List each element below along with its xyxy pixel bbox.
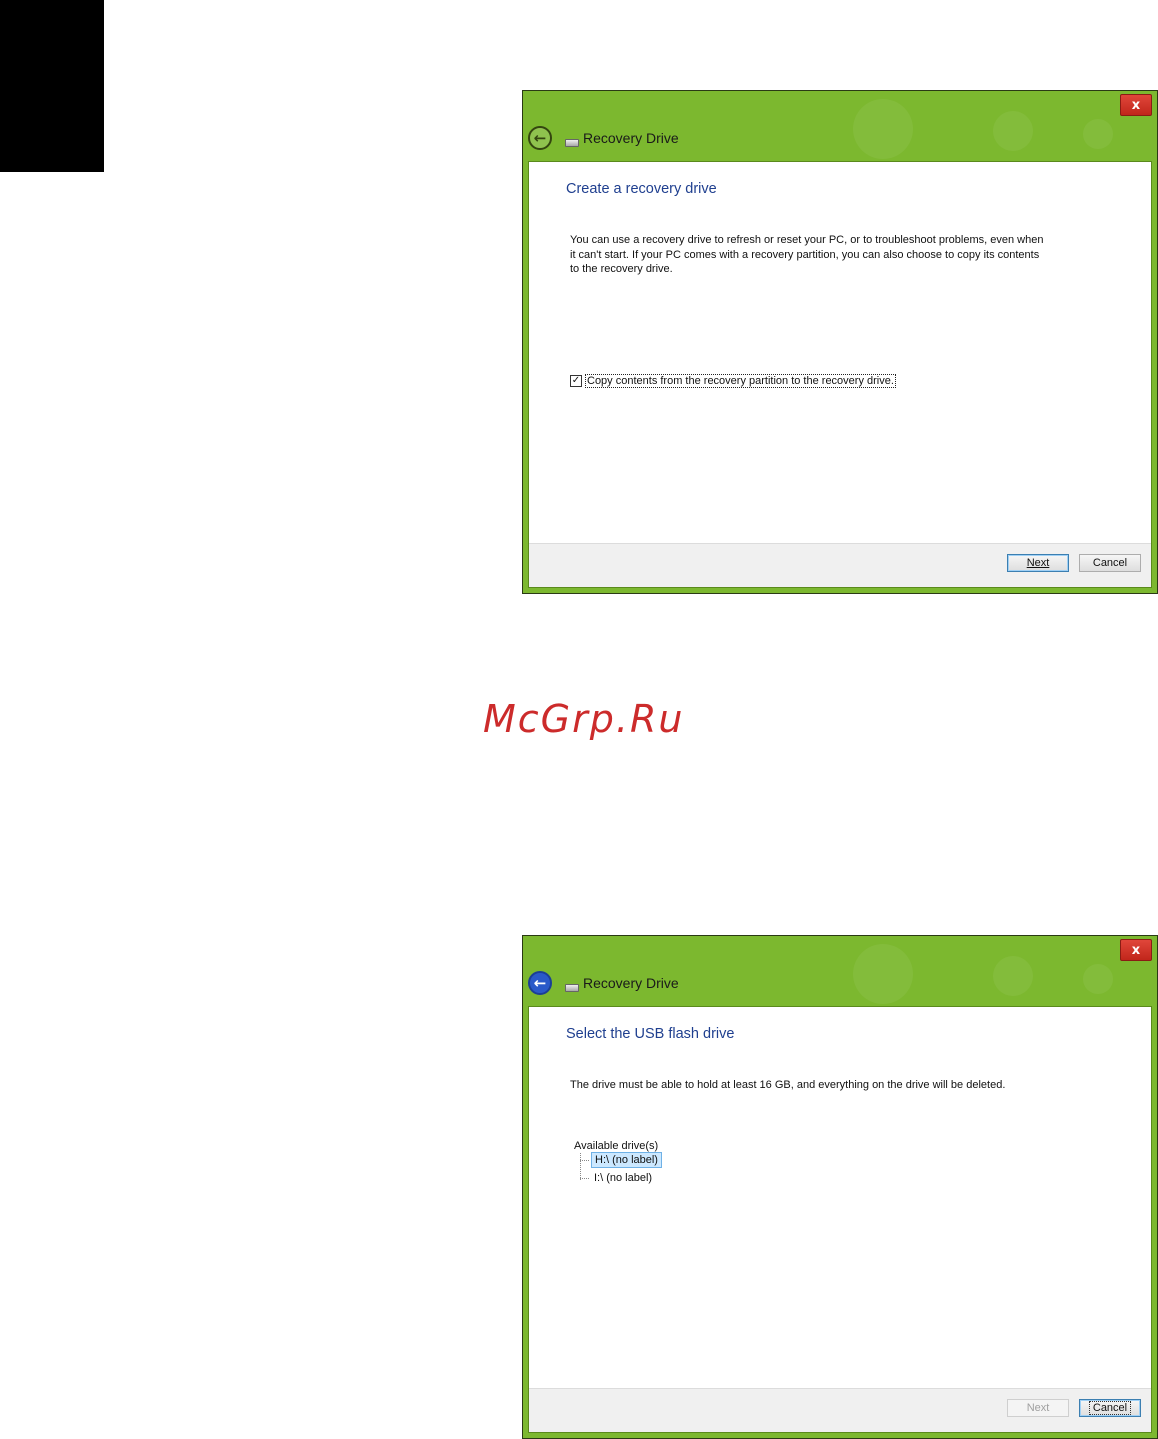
page-heading: Select the USB flash drive: [566, 1026, 735, 1042]
cancel-button-label: Cancel: [1088, 1401, 1132, 1415]
background-decoration: [1083, 964, 1113, 994]
description-text: You can use a recovery drive to refresh …: [570, 233, 1070, 277]
background-decoration: [1083, 119, 1113, 149]
background-decoration: [993, 111, 1033, 151]
copy-partition-option[interactable]: ✓ Copy contents from the recovery partit…: [570, 374, 896, 388]
window-title: Recovery Drive: [583, 130, 679, 146]
drive-item-h[interactable]: H:\ (no label): [580, 1152, 662, 1168]
next-button[interactable]: Next: [1007, 554, 1069, 572]
back-arrow-icon: ←: [533, 973, 547, 992]
cancel-button-label: Cancel: [1092, 557, 1128, 569]
button-bar: Next Cancel: [529, 1388, 1151, 1432]
close-icon: x: [1131, 942, 1141, 958]
drive-icon: [565, 139, 579, 147]
available-drives-label: Available drive(s): [574, 1140, 659, 1152]
drive-item-i[interactable]: I:\ (no label): [580, 1171, 655, 1185]
close-icon: x: [1131, 97, 1141, 113]
description-text: The drive must be able to hold at least …: [570, 1079, 1006, 1091]
drive-item-label: I:\ (no label): [594, 1172, 653, 1184]
close-button[interactable]: x: [1120, 94, 1152, 116]
page-heading: Create a recovery drive: [566, 181, 717, 197]
title-bar: x ← Recovery Drive: [523, 936, 1157, 1006]
next-button[interactable]: Next: [1007, 1399, 1069, 1417]
back-button[interactable]: ←: [528, 126, 552, 150]
cancel-button[interactable]: Cancel: [1079, 554, 1141, 572]
copy-partition-checkbox[interactable]: ✓: [570, 375, 582, 387]
black-corner-block: [0, 0, 104, 172]
tree-connector: [580, 1177, 589, 1179]
description-line: it can't start. If your PC comes with a …: [570, 248, 1040, 261]
next-button-label: Next: [1026, 557, 1050, 569]
recovery-drive-window-1: x ← Recovery Drive Create a recovery dri…: [522, 90, 1158, 594]
background-decoration: [853, 944, 913, 1004]
button-bar: Next Cancel: [529, 543, 1151, 587]
background-decoration: [993, 956, 1033, 996]
window-title: Recovery Drive: [583, 975, 679, 991]
close-button[interactable]: x: [1120, 939, 1152, 961]
next-button-label: Next: [1026, 1402, 1050, 1414]
drive-icon: [565, 984, 579, 992]
checkmark-icon: ✓: [571, 375, 581, 386]
content-panel: Create a recovery drive You can use a re…: [528, 161, 1152, 588]
back-arrow-icon: ←: [533, 128, 547, 147]
background-decoration: [853, 99, 913, 159]
description-line: You can use a recovery drive to refresh …: [570, 234, 1044, 246]
drive-item-label: H:\ (no label): [591, 1152, 662, 1168]
watermark: McGrp.Ru: [483, 697, 685, 741]
back-button[interactable]: ←: [528, 971, 552, 995]
tree-connector: [580, 1159, 589, 1161]
recovery-drive-window-2: x ← Recovery Drive Select the USB flash …: [522, 935, 1158, 1439]
copy-partition-label[interactable]: Copy contents from the recovery partitio…: [585, 374, 896, 388]
cancel-button[interactable]: Cancel: [1079, 1399, 1141, 1417]
title-bar: x ← Recovery Drive: [523, 91, 1157, 161]
content-panel: Select the USB flash drive The drive mus…: [528, 1006, 1152, 1433]
description-line: to the recovery drive.: [570, 263, 673, 275]
